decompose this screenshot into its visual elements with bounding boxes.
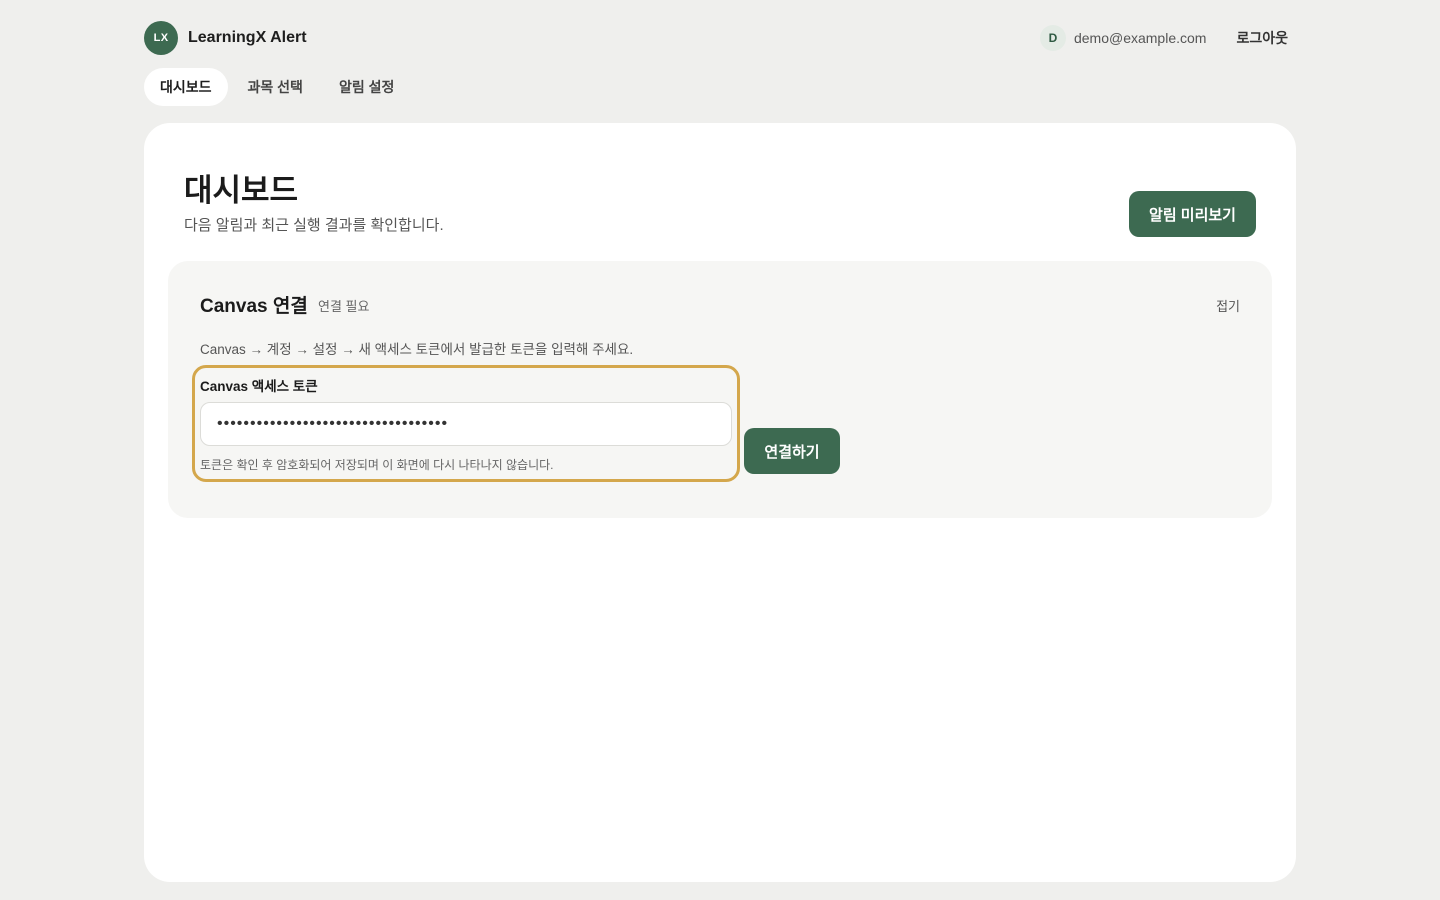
connection-status: 연결 필요 — [318, 299, 370, 314]
main-card: 대시보드 다음 알림과 최근 실행 결과를 확인합니다. 알림 미리보기 Can… — [144, 123, 1296, 882]
page-title: 대시보드 — [184, 173, 299, 208]
collapse-button[interactable]: 접기 — [1216, 296, 1240, 315]
panel-title: Canvas 연결 — [200, 296, 308, 317]
app-logo: LX — [144, 21, 178, 55]
tab-dashboard[interactable]: 대시보드 — [144, 68, 228, 106]
main-tabs: 대시보드 과목 선택 알림 설정 — [144, 68, 414, 106]
token-hint: 토큰은 확인 후 암호화되어 저장되며 이 화면에 다시 나타나지 않습니다. — [200, 458, 554, 472]
token-instruction: Canvas → 계정 → 설정 → 새 액세스 토큰에서 발급한 토큰을 입력… — [200, 342, 634, 357]
token-input[interactable] — [200, 402, 732, 446]
tab-alert-settings[interactable]: 알림 설정 — [323, 68, 410, 106]
token-field-label: Canvas 액세스 토큰 — [200, 379, 318, 394]
tab-course-select[interactable]: 과목 선택 — [232, 68, 319, 106]
alert-preview-button[interactable]: 알림 미리보기 — [1129, 191, 1256, 237]
brand: LX LearningX Alert — [144, 21, 307, 55]
logout-button[interactable]: 로그아웃 — [1236, 28, 1288, 48]
connect-button[interactable]: 연결하기 — [744, 428, 840, 474]
user-email: demo@example.com — [1073, 30, 1207, 46]
page-subtitle: 다음 알림과 최근 실행 결과를 확인합니다. — [184, 217, 444, 234]
avatar: D — [1039, 25, 1066, 51]
app-header: LX LearningX Alert D demo@example.com 로그… — [144, 21, 1296, 55]
app-name: LearningX Alert — [188, 29, 307, 46]
user-area: D demo@example.com 로그아웃 — [1039, 25, 1288, 51]
canvas-connection-panel: Canvas 연결 연결 필요 접기 Canvas → 계정 → 설정 → 새 … — [168, 261, 1272, 518]
